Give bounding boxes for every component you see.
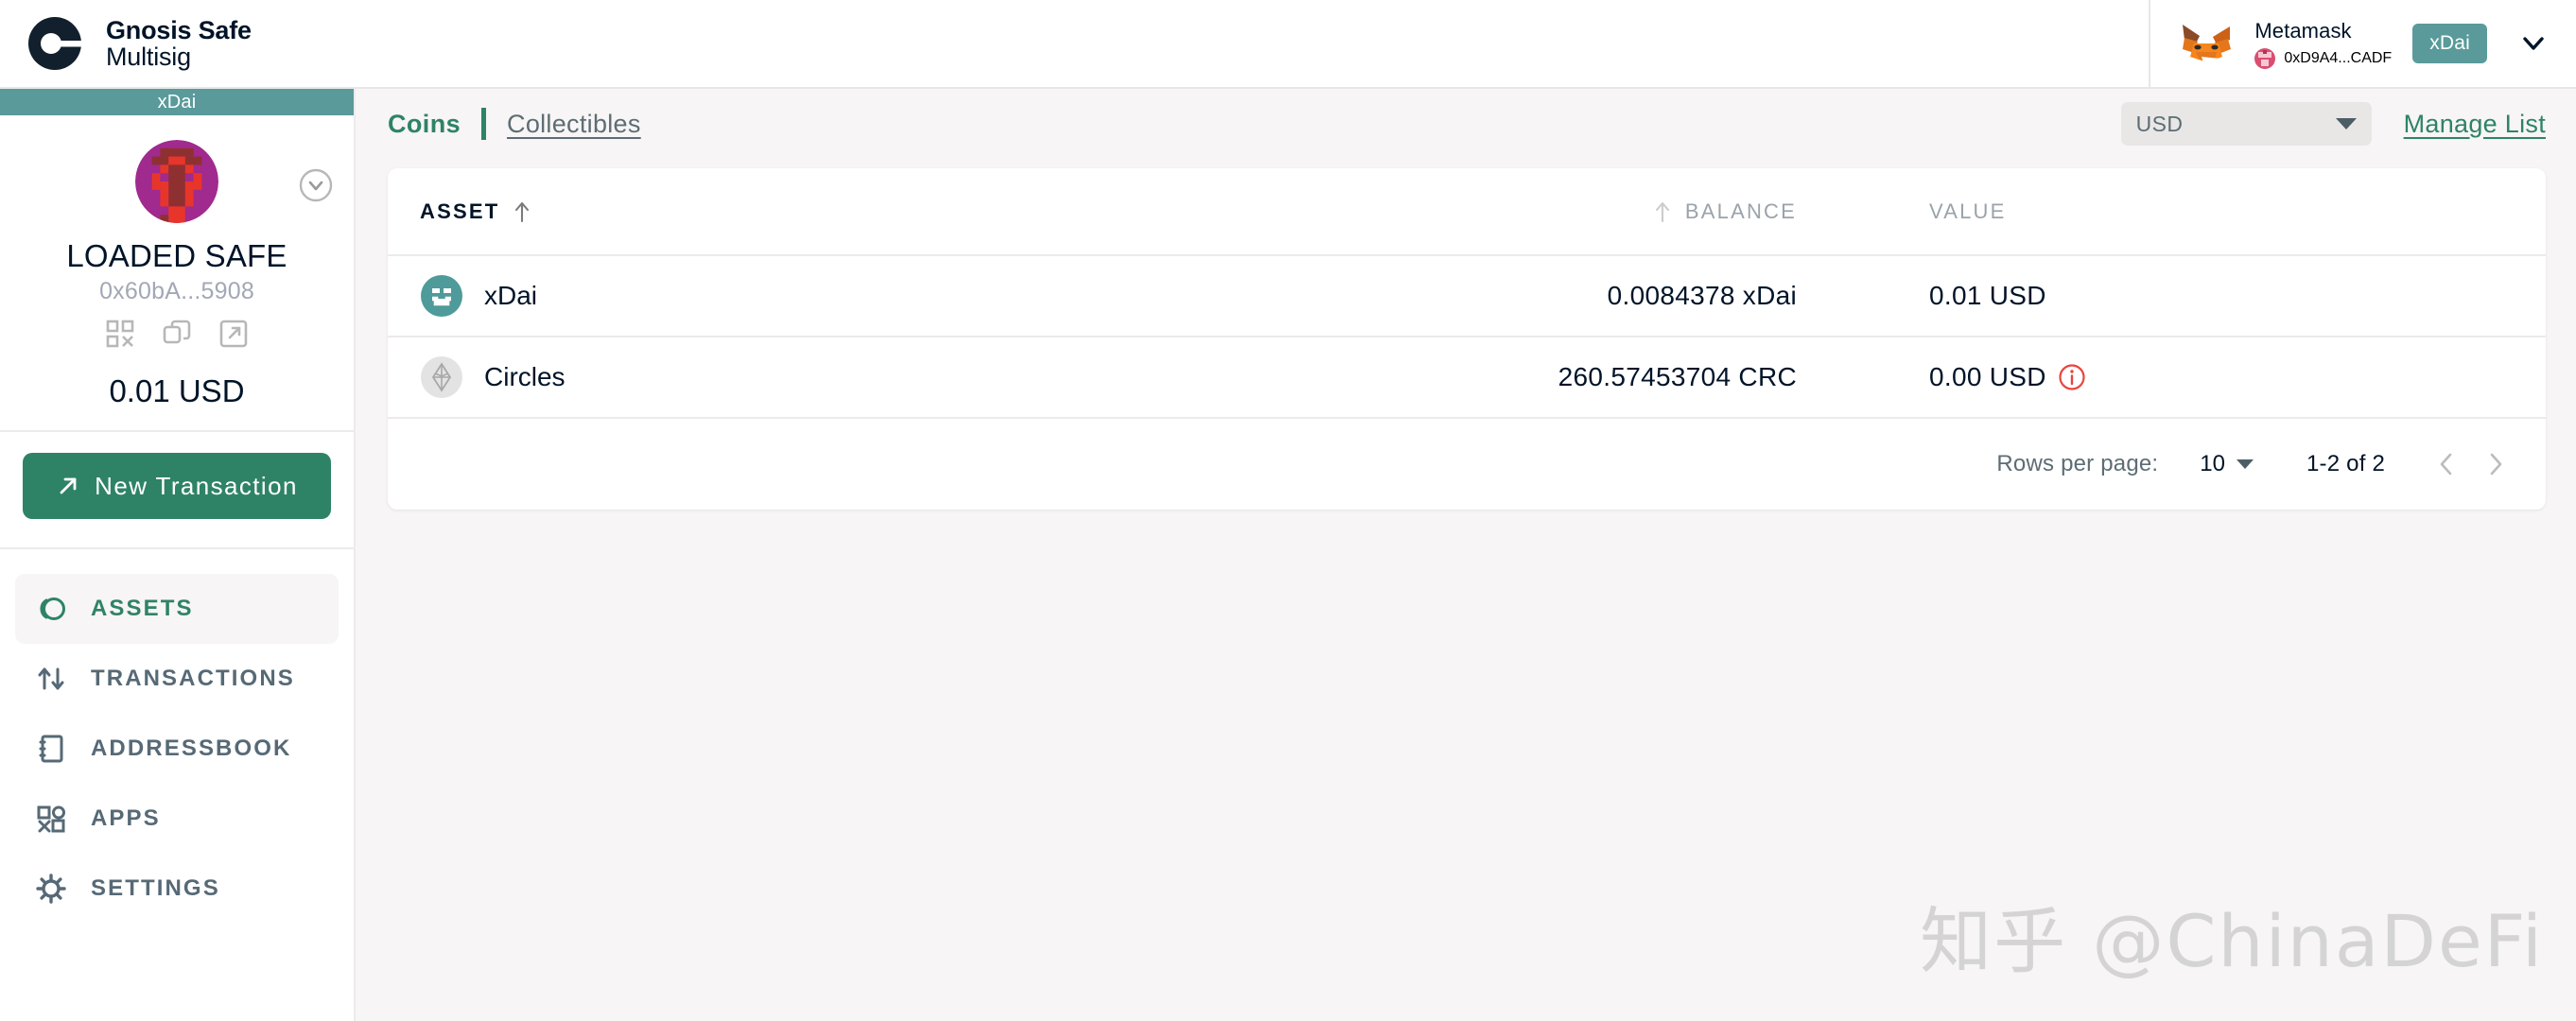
asset-name: xDai: [484, 281, 538, 310]
brand-name-line2: Multisig: [106, 43, 191, 71]
addressbook-icon: [39, 735, 63, 763]
main-toolbar: Coins Collectibles USD Manage List: [357, 89, 2576, 159]
network-chip[interactable]: xDai: [2412, 24, 2487, 63]
column-header-value-label: VALUE: [1929, 199, 2007, 223]
column-header-value[interactable]: VALUE: [1806, 168, 2546, 256]
safe-name: LOADED SAFE: [66, 238, 287, 273]
cell-asset: Circles: [388, 337, 1088, 419]
cell-value: 0.01 USD: [1806, 255, 2546, 337]
assets-table-head: ASSET BALANCE VALUE: [388, 168, 2546, 256]
safe-identicon: [135, 140, 218, 223]
arrow-up-icon: [515, 201, 530, 222]
assets-table-card: ASSET BALANCE VALUE xDai 0.0084378 xDai …: [388, 168, 2546, 510]
tab-coins[interactable]: Coins: [388, 110, 461, 139]
assets-icon: [40, 597, 65, 620]
rows-per-page-label: Rows per page:: [1996, 451, 2159, 476]
safe-address: 0x60bA...5908: [99, 278, 254, 304]
sidebar-nav: ASSETS TRANSACTIONS ADDRESSBOOK APPS SET…: [0, 549, 354, 924]
sidebar-item-label: SETTINGS: [91, 875, 220, 901]
sidebar-item-label: TRANSACTIONS: [91, 666, 295, 691]
wallet-address-row: 0xD9A4...CADF: [2254, 47, 2393, 69]
main-content: Coins Collectibles USD Manage List ASSET: [357, 89, 2576, 1021]
sidebar-item-settings[interactable]: SETTINGS: [15, 854, 339, 924]
caret-down-icon: [2335, 118, 2357, 130]
network-banner: xDai: [0, 89, 354, 115]
table-row[interactable]: xDai 0.0084378 xDai 0.01 USD: [388, 255, 2546, 337]
top-header-bar: Gnosis Safe Multisig Metamask 0xD9A4...C…: [0, 0, 2576, 89]
manage-list-link[interactable]: Manage List: [2404, 110, 2546, 139]
arrow-up-right-icon: [60, 477, 77, 494]
brand-name-line1: Gnosis Safe: [106, 15, 252, 44]
toolbar-right-controls: USD Manage List: [2120, 102, 2546, 146]
chevron-down-circle-icon[interactable]: [295, 164, 337, 206]
sidebar-item-label: ASSETS: [91, 596, 194, 621]
pagination-range: 1-2 of 2: [2306, 451, 2385, 476]
wallet-provider-name: Metamask: [2254, 18, 2352, 43]
asset-value: 0.01 USD: [1929, 281, 2046, 310]
gnosis-safe-logo-icon: [28, 17, 85, 70]
pagination-arrows: [2430, 448, 2512, 480]
brand-text: Gnosis Safe Multisig: [106, 15, 252, 71]
metamask-fox-icon: [2183, 25, 2232, 62]
currency-select-value: USD: [2135, 111, 2184, 136]
cell-value: 0.00 USD: [1806, 337, 2546, 419]
tab-divider: [481, 108, 487, 140]
caret-down-icon: [2237, 459, 2254, 469]
wallet-connection-box[interactable]: Metamask 0xD9A4...CADF xDai: [2149, 0, 2574, 87]
sidebar-item-transactions[interactable]: TRANSACTIONS: [15, 644, 339, 714]
safe-action-icons: [105, 319, 249, 349]
sidebar: xDai LOADED SAFE 0x60bA...5908 0.01 USD …: [0, 89, 356, 1021]
table-pagination: Rows per page: 10 1-2 of 2: [388, 419, 2546, 510]
transactions-icon: [38, 667, 64, 690]
wallet-info: Metamask 0xD9A4...CADF: [2254, 19, 2392, 69]
identicon-icon: [2254, 47, 2276, 69]
column-header-asset[interactable]: ASSET: [388, 168, 1088, 256]
tab-collectibles[interactable]: Collectibles: [507, 110, 641, 139]
chevron-down-icon[interactable]: [2517, 27, 2550, 60]
circles-token-icon: [421, 356, 462, 398]
external-link-icon[interactable]: [218, 319, 249, 349]
asset-tabs: Coins Collectibles: [388, 108, 641, 140]
copy-icon[interactable]: [162, 319, 192, 349]
table-header-row: ASSET BALANCE VALUE: [388, 168, 2546, 256]
safe-summary-block: LOADED SAFE 0x60bA...5908 0.01 USD: [0, 115, 354, 432]
new-transaction-button[interactable]: New Transaction: [23, 453, 331, 519]
column-header-asset-label: ASSET: [420, 199, 500, 223]
sidebar-item-assets[interactable]: ASSETS: [15, 574, 339, 644]
cell-balance: 0.0084378 xDai: [1088, 255, 1806, 337]
assets-table-body: xDai 0.0084378 xDai 0.01 USD Circles 260…: [388, 255, 2546, 419]
currency-select[interactable]: USD: [2120, 102, 2372, 146]
safe-total-balance: 0.01 USD: [109, 373, 245, 408]
cell-asset: xDai: [388, 255, 1088, 337]
sidebar-item-label: APPS: [91, 805, 161, 831]
cell-balance: 260.57453704 CRC: [1088, 337, 1806, 419]
brand-logo-area[interactable]: Gnosis Safe Multisig: [26, 12, 252, 75]
watermark-text: 知乎 @ChinaDeFi: [1920, 899, 2544, 983]
arrow-up-icon: [1655, 201, 1669, 222]
rows-per-page-value: 10: [2200, 451, 2225, 476]
new-transaction-label: New Transaction: [95, 471, 298, 500]
info-circle-icon[interactable]: [2058, 363, 2086, 391]
wallet-address-text: 0xD9A4...CADF: [2284, 49, 2393, 66]
chevron-left-icon[interactable]: [2430, 448, 2463, 480]
apps-icon: [37, 805, 65, 833]
settings-gear-icon: [36, 874, 66, 904]
sidebar-item-label: ADDRESSBOOK: [91, 735, 292, 761]
xdai-token-icon: [421, 275, 462, 317]
table-row[interactable]: Circles 260.57453704 CRC 0.00 USD: [388, 337, 2546, 419]
column-header-balance[interactable]: BALANCE: [1088, 168, 1806, 256]
asset-value: 0.00 USD: [1929, 362, 2046, 391]
assets-table: ASSET BALANCE VALUE xDai 0.0084378 xDai …: [388, 168, 2546, 419]
rows-per-page-select[interactable]: 10: [2200, 451, 2254, 477]
qr-code-icon[interactable]: [105, 319, 135, 349]
chevron-right-icon[interactable]: [2480, 448, 2512, 480]
new-transaction-area: New Transaction: [0, 432, 354, 549]
column-header-balance-label: BALANCE: [1684, 199, 1797, 223]
sidebar-item-apps[interactable]: APPS: [15, 784, 339, 854]
sidebar-item-addressbook[interactable]: ADDRESSBOOK: [15, 714, 339, 784]
asset-name: Circles: [484, 362, 566, 391]
